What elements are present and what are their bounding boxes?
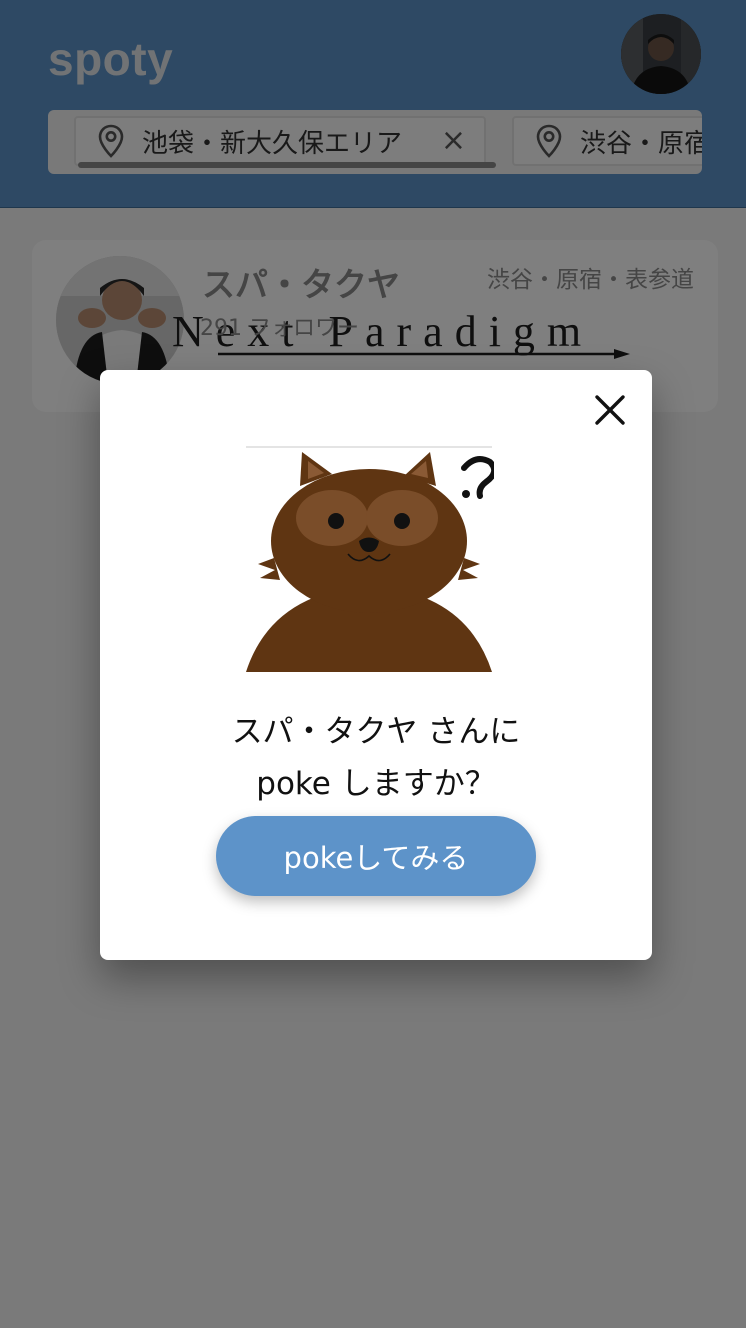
poke-button[interactable]: pokeしてみる — [216, 816, 536, 896]
poke-message-line2: poke しますか？ — [256, 766, 496, 802]
poke-message-line1: スパ・タクヤ さんに — [231, 714, 521, 750]
close-icon[interactable] — [590, 390, 630, 430]
poke-confirm-message: スパ・タクヤ さんに poke しますか？ — [100, 706, 652, 810]
poke-confirm-dialog: スパ・タクヤ さんに poke しますか？ pokeしてみる — [100, 370, 652, 960]
confused-tanuki-icon — [246, 446, 494, 672]
